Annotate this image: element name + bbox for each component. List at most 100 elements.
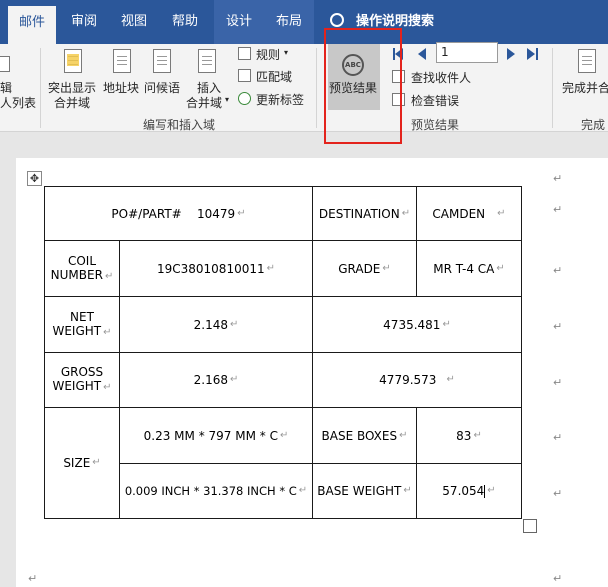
paragraph-mark: ↵ — [487, 485, 496, 496]
rules-chevron-icon[interactable]: ▾ — [284, 48, 288, 57]
paragraph-mark: ↵ — [298, 485, 308, 496]
highlight-fields-label-2[interactable]: 合并域 — [54, 94, 90, 111]
paragraph-mark: ↵ — [229, 374, 239, 385]
paragraph-mark: ↵ — [103, 382, 112, 393]
greeting-line-button[interactable]: 问候语 — [144, 79, 180, 96]
match-fields-button[interactable]: 匹配域 — [256, 68, 292, 85]
finish-merge-icon — [578, 49, 596, 73]
net-weight-value: 2.148 — [193, 317, 228, 332]
coil-label-line2: NUMBER — [50, 267, 103, 282]
table-cell[interactable]: BASE BOXES ↵ — [312, 407, 417, 464]
table-cell[interactable]: 2.148 ↵ — [119, 296, 313, 353]
paragraph-mark: ↵ — [28, 572, 38, 585]
grade-label: GRADE — [338, 261, 381, 276]
tab-table-design[interactable]: 设计 — [214, 0, 264, 44]
table-cell[interactable]: DESTINATION ↵ — [312, 186, 417, 241]
table-cell[interactable]: MR T-4 CA ↵ — [416, 240, 522, 297]
paragraph-mark: ↵ — [382, 262, 391, 274]
table-cell[interactable]: GRADE ↵ — [312, 240, 417, 297]
paragraph-mark: ↵ — [266, 262, 276, 274]
divider — [40, 48, 41, 128]
paragraph-mark: ↵ — [399, 429, 408, 441]
po-value: 10479 — [197, 206, 236, 221]
next-record-icon[interactable] — [507, 48, 515, 60]
table-cell[interactable]: 83 ↵ — [416, 407, 522, 464]
finish-merge-button[interactable]: 完成并合 — [562, 79, 608, 96]
find-recipient-button[interactable]: 查找收件人 — [411, 69, 471, 86]
table-cell[interactable]: SIZE ↵ — [44, 407, 120, 519]
highlight-annotation-box — [324, 28, 402, 144]
chevron-down-icon[interactable]: ▾ — [225, 95, 229, 104]
table-cell[interactable]: 57.054 ↵ — [416, 463, 522, 519]
insert-merge-field-label-2[interactable]: 合并域 — [186, 94, 222, 111]
paragraph-mark: ↵ — [104, 270, 114, 282]
previous-record-icon[interactable] — [418, 48, 426, 60]
group-label-finish: 完成 — [581, 118, 606, 132]
ribbon-panel: 辑 人列表 突出显示 合并域 地址块 问候语 插入 合并域 ▾ 规则 ▾ 匹配域… — [0, 42, 608, 132]
po-label: PO#/PART# — [111, 206, 182, 221]
rules-icon — [238, 47, 251, 60]
last-record-icon[interactable] — [527, 48, 535, 60]
update-labels-button[interactable]: 更新标签 — [256, 91, 304, 108]
paragraph-mark: ↵ — [237, 207, 246, 219]
table-cell[interactable]: NET WEIGHT ↵ — [44, 296, 120, 353]
tab-review[interactable]: 审阅 — [62, 0, 106, 44]
paragraph-mark: ↵ — [497, 207, 506, 219]
edit-list-icon — [0, 56, 10, 72]
net-label-line1: NET — [70, 309, 94, 324]
paragraph-mark: ↵ — [553, 203, 563, 216]
tab-help[interactable]: 帮助 — [162, 0, 208, 44]
paragraph-mark: ↵ — [553, 264, 563, 277]
rules-button[interactable]: 规则 — [256, 46, 280, 63]
divider — [316, 48, 317, 128]
tab-view[interactable]: 视图 — [112, 0, 156, 44]
paragraph-mark: ↵ — [103, 326, 112, 338]
size-inch-value: 0.009 INCH * 31.378 INCH * C — [124, 484, 297, 498]
table-cell[interactable]: 19C38010810011 ↵ — [119, 240, 313, 297]
net-label-line2: WEIGHT — [52, 323, 102, 338]
net-weight-value-2: 4735.481 — [383, 317, 441, 332]
table-cell[interactable]: GROSS WEIGHT ↵ — [44, 352, 120, 408]
table-cell[interactable]: 4735.481 ↵ — [312, 296, 522, 353]
record-number-input[interactable]: 1 — [436, 42, 498, 63]
base-boxes-value: 83 — [456, 428, 472, 443]
table-cell[interactable]: 4779.573 ↵ — [312, 352, 522, 408]
base-weight-value: 57.054 — [442, 484, 485, 498]
check-errors-button[interactable]: 检查错误 — [411, 92, 459, 109]
tab-mailings[interactable]: 邮件 — [8, 6, 56, 44]
address-block-button[interactable]: 地址块 — [103, 79, 139, 96]
table-resize-handle[interactable] — [523, 519, 537, 533]
table-cell[interactable]: 2.168 ↵ — [119, 352, 313, 408]
coil-number-value: 19C38010810011 — [156, 261, 265, 276]
edit-list-partial-bottom[interactable]: 人列表 — [0, 94, 36, 111]
paragraph-mark: ↵ — [553, 376, 563, 389]
group-label-write-insert: 编写和插入域 — [143, 118, 216, 132]
table-cell[interactable]: 0.23 MM * 797 MM * C ↵ — [119, 407, 313, 464]
lightbulb-icon — [330, 12, 344, 27]
size-label: SIZE — [63, 456, 91, 470]
insert-merge-field-icon — [198, 49, 216, 73]
destination-value: CAMDEN — [432, 206, 486, 221]
greeting-line-icon — [153, 49, 171, 73]
paragraph-mark: ↵ — [442, 318, 451, 330]
last-record-bar — [536, 48, 538, 60]
gross-label-line1: GROSS — [60, 365, 104, 379]
paragraph-mark: ↵ — [403, 485, 412, 496]
gross-weight-value-2: 4779.573 — [379, 373, 437, 387]
ribbon-tab-bar: 邮件 审阅 视图 帮助 设计 布局 操作说明搜索 — [0, 0, 608, 44]
table-cell[interactable]: PO#/PART# 10479 ↵ — [44, 186, 313, 241]
paragraph-mark: ↵ — [229, 318, 239, 330]
paragraph-mark: ↵ — [473, 429, 482, 441]
text-cursor — [484, 484, 486, 498]
paragraph-mark: ↵ — [446, 374, 455, 385]
tab-table-layout[interactable]: 布局 — [264, 0, 314, 44]
coil-label-line1: COIL — [67, 253, 97, 268]
paragraph-mark: ↵ — [553, 431, 563, 444]
table-cell[interactable]: CAMDEN ↵ — [416, 186, 522, 241]
table-move-handle-icon[interactable]: ✥ — [27, 171, 42, 186]
table-cell[interactable]: COIL NUMBER ↵ — [44, 240, 120, 297]
table-cell[interactable]: 0.009 INCH * 31.378 INCH * C ↵ — [119, 463, 313, 519]
size-mm-value: 0.23 MM * 797 MM * C — [143, 428, 278, 443]
table-cell[interactable]: BASE WEIGHT ↵ — [312, 463, 417, 519]
base-weight-label: BASE WEIGHT — [317, 484, 402, 498]
